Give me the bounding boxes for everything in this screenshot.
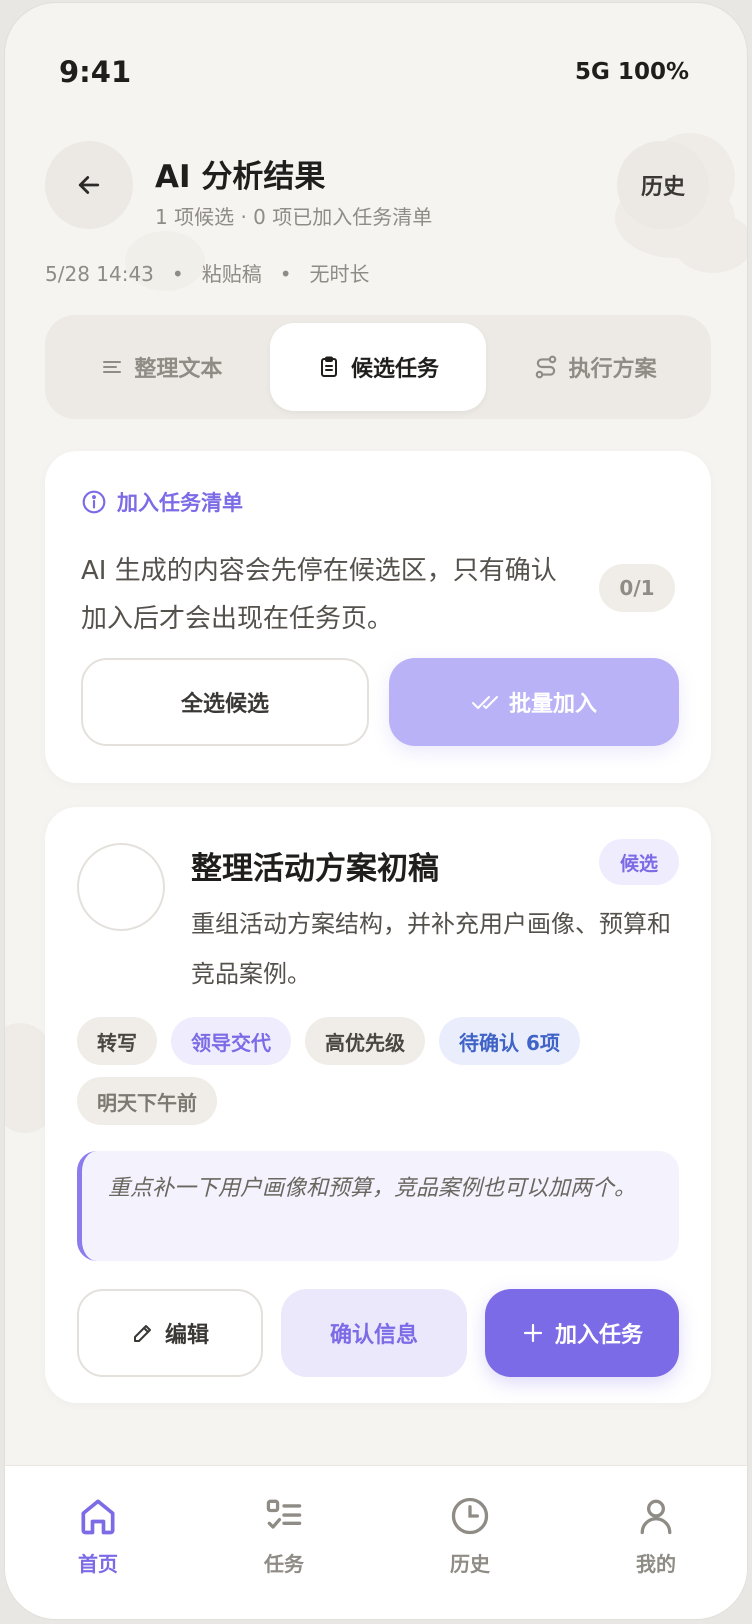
task-list-icon	[266, 1499, 302, 1529]
page-subtitle: 1 项候选 · 0 项已加入任务清单	[155, 205, 433, 229]
status-time: 9:41	[59, 55, 132, 89]
selected-count-badge: 0/1	[599, 564, 675, 612]
double-check-icon	[471, 696, 498, 709]
nav-tasks[interactable]: 任务	[191, 1466, 377, 1619]
info-description: AI 生成的内容会先停在候选区，只有确认加入后才会出现在任务页。	[81, 556, 557, 634]
tab-candidate-tasks[interactable]: 候选任务	[269, 323, 487, 411]
info-heading: 加入任务清单	[81, 487, 243, 517]
clipboard-icon	[321, 356, 337, 377]
meta-duration: 无时长	[309, 262, 370, 286]
candidate-task-card: 整理活动方案初稿 候选 重组活动方案结构，并补充用户画像、预算和竞品案例。 转写…	[45, 807, 711, 1403]
tab-organized-text[interactable]: 整理文本	[53, 323, 270, 411]
task-note: 重点补一下用户画像和预算，竞品案例也可以加两个。	[77, 1151, 679, 1261]
edit-label: 编辑	[164, 1323, 209, 1348]
confirm-info-label: 确认信息	[329, 1323, 418, 1348]
tag-priority: 高优先级	[305, 1017, 425, 1065]
lines-icon	[103, 361, 122, 373]
meta-separator: •	[171, 262, 184, 286]
meta-separator: •	[279, 262, 292, 286]
nav-label: 首页	[78, 1552, 118, 1576]
meta-time: 5/28 14:43	[45, 262, 154, 286]
edit-button[interactable]: 编辑	[77, 1289, 263, 1377]
select-all-label: 全选候选	[180, 692, 269, 717]
add-to-tasks-info-card: 加入任务清单 AI 生成的内容会先停在候选区，只有确认加入后才会出现在任务页。 …	[45, 451, 711, 783]
batch-add-label: 批量加入	[508, 692, 597, 717]
user-icon	[640, 1499, 672, 1535]
confirm-info-button[interactable]: 确认信息	[281, 1289, 467, 1377]
phone-screen: 9:41 5G 100% AI 分析结果 1 项候选 · 0 项已加入任务清单 …	[4, 2, 748, 1620]
nav-label: 任务	[264, 1552, 304, 1576]
nav-home[interactable]: 首页	[5, 1466, 191, 1619]
tab-execution-plan[interactable]: 执行方案	[486, 323, 703, 411]
status-network: 5G 100%	[575, 59, 689, 85]
page-title: AI 分析结果	[155, 159, 326, 195]
history-button[interactable]: 历史	[617, 141, 709, 229]
bottom-navigation: 首页 任务 历史 我的	[5, 1465, 747, 1619]
meta-source: 粘贴稿	[201, 262, 262, 286]
task-title: 整理活动方案初稿	[191, 851, 439, 887]
tag-transcribe: 转写	[77, 1017, 157, 1065]
segmented-tabs: 整理文本 候选任务 执行方案	[45, 315, 711, 419]
tag-pending-confirm: 待确认 6项	[439, 1017, 580, 1065]
candidate-badge: 候选	[599, 839, 679, 885]
add-task-label: 加入任务	[554, 1323, 643, 1348]
nav-label: 历史	[450, 1552, 490, 1576]
batch-add-button[interactable]: 批量加入	[389, 658, 679, 746]
tag-assigned-by-leader: 领导交代	[171, 1017, 291, 1065]
nav-history[interactable]: 历史	[377, 1466, 563, 1619]
pencil-icon	[133, 1325, 151, 1342]
clock-icon	[451, 1497, 489, 1535]
tab-label: 执行方案	[568, 357, 657, 382]
analysis-meta: 5/28 14:43 • 粘贴稿 • 无时长	[45, 258, 370, 287]
task-description: 重组活动方案结构，并补充用户画像、预算和竞品案例。	[191, 910, 671, 988]
add-task-button[interactable]: 加入任务	[485, 1289, 679, 1377]
task-select-checkbox[interactable]	[77, 843, 165, 931]
arrow-left-icon	[78, 176, 100, 194]
tab-label: 整理文本	[134, 357, 223, 382]
task-tags: 转写 领导交代 高优先级 待确认 6项 明天下午前	[77, 1017, 677, 1125]
plus-icon	[523, 1323, 543, 1343]
tag-deadline: 明天下午前	[77, 1077, 217, 1125]
select-all-button[interactable]: 全选候选	[81, 658, 369, 746]
flow-icon	[535, 355, 556, 379]
info-icon	[82, 490, 106, 514]
nav-label: 我的	[636, 1552, 676, 1576]
home-icon	[81, 1499, 115, 1535]
info-heading-text: 加入任务清单	[117, 491, 243, 515]
tab-label: 候选任务	[351, 357, 440, 382]
nav-profile[interactable]: 我的	[563, 1466, 747, 1619]
back-button[interactable]	[45, 141, 133, 229]
